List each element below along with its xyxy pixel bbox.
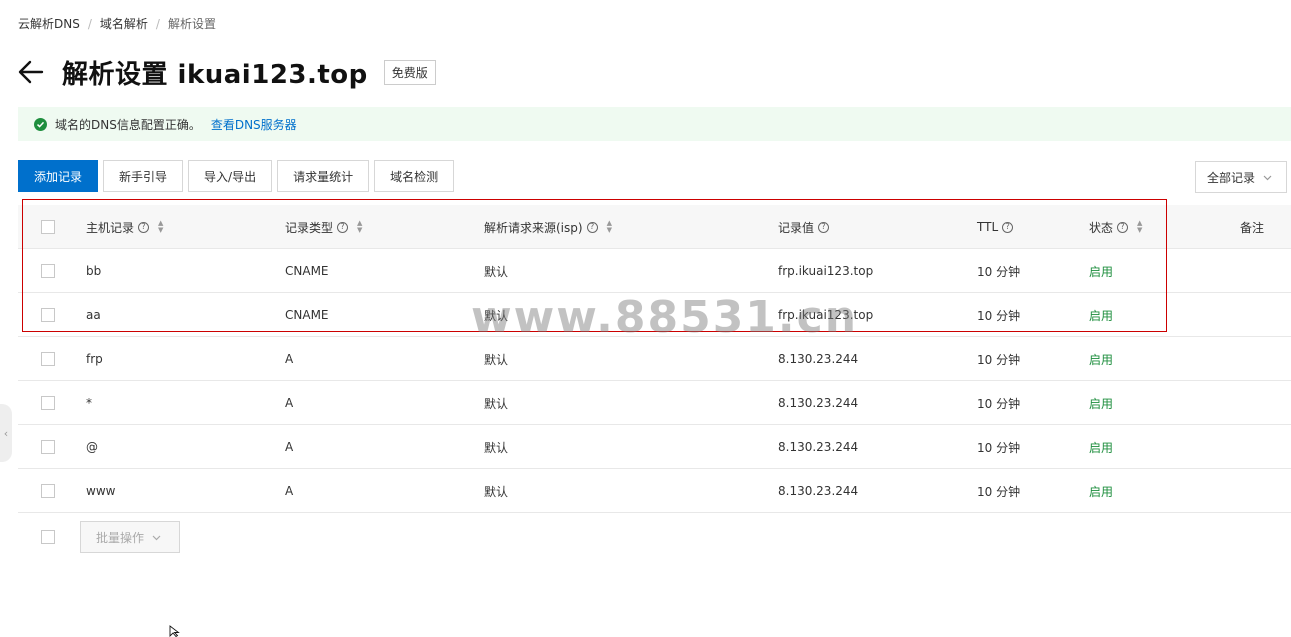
cell-type: A xyxy=(285,352,294,366)
cell-host: frp xyxy=(86,352,103,366)
select-all-checkbox[interactable] xyxy=(41,220,55,234)
cell-type: A xyxy=(285,440,294,454)
cell-host: * xyxy=(86,396,92,410)
table-row: frp A 默认 8.130.23.244 10 分钟 启用 xyxy=(18,337,1291,381)
sidebar-expand-handle[interactable]: ‹ xyxy=(0,404,12,462)
bulk-actions-button[interactable]: 批量操作 xyxy=(80,521,180,553)
row-checkbox[interactable] xyxy=(41,396,55,410)
cell-type: CNAME xyxy=(285,264,329,278)
record-filter-select[interactable]: 全部记录 xyxy=(1195,161,1287,193)
table-row: www A 默认 8.130.23.244 10 分钟 启用 xyxy=(18,469,1291,513)
cell-host: www xyxy=(86,484,116,498)
help-icon[interactable]: ? xyxy=(337,221,349,233)
cell-value: 8.130.23.244 xyxy=(778,352,859,366)
cell-isp: 默认 xyxy=(484,484,509,499)
breadcrumb-separator: / xyxy=(87,16,92,31)
row-checkbox[interactable] xyxy=(41,352,55,366)
help-icon[interactable]: ? xyxy=(1002,221,1014,233)
mouse-cursor-icon xyxy=(169,625,181,637)
cell-ttl: 10 分钟 xyxy=(977,264,1021,279)
row-checkbox[interactable] xyxy=(41,264,55,278)
header-host: 主机记录 ? ▲ ▼ xyxy=(86,219,164,235)
cell-ttl: 10 分钟 xyxy=(977,352,1021,367)
cell-type: A xyxy=(285,484,294,498)
cell-status[interactable]: 启用 xyxy=(1089,469,1113,513)
cell-isp: 默认 xyxy=(484,308,509,323)
breadcrumb-cloud-dns[interactable]: 云解析DNS xyxy=(18,15,80,32)
table-row: @ A 默认 8.130.23.244 10 分钟 启用 xyxy=(18,425,1291,469)
help-icon[interactable]: ? xyxy=(818,221,830,233)
title-row: 解析设置 ikuai123.top 免费版 xyxy=(18,52,436,92)
record-filter-value: 全部记录 xyxy=(1207,170,1256,185)
chevron-down-icon xyxy=(152,530,161,544)
cell-status[interactable]: 启用 xyxy=(1089,293,1113,337)
sort-icon[interactable]: ▲ ▼ xyxy=(1137,220,1142,234)
cell-isp: 默认 xyxy=(484,396,509,411)
chevron-left-icon: ‹ xyxy=(3,426,9,440)
view-dns-servers-link[interactable]: 查看DNS服务器 xyxy=(211,116,297,133)
cell-type: CNAME xyxy=(285,308,329,322)
cell-type: A xyxy=(285,396,294,410)
sort-icon[interactable]: ▲ ▼ xyxy=(357,220,362,234)
header-type: 记录类型 ? ▲ ▼ xyxy=(285,219,363,235)
cell-value: 8.130.23.244 xyxy=(778,440,859,454)
add-record-button[interactable]: 添加记录 xyxy=(18,160,99,192)
help-icon[interactable]: ? xyxy=(138,221,150,233)
toolbar: 添加记录 新手引导 导入/导出 请求量统计 域名检测 xyxy=(18,160,459,192)
header-value: 记录值 ? xyxy=(778,205,830,249)
beginner-guide-button[interactable]: 新手引导 xyxy=(103,160,184,192)
cell-isp: 默认 xyxy=(484,264,509,279)
cell-value: 8.130.23.244 xyxy=(778,396,859,410)
cell-status[interactable]: 启用 xyxy=(1089,249,1113,293)
cell-isp: 默认 xyxy=(484,440,509,455)
bulk-actions-row: 批量操作 xyxy=(18,521,180,553)
table-row: aa CNAME 默认 frp.ikuai123.top 10 分钟 启用 xyxy=(18,293,1291,337)
cell-host: @ xyxy=(86,440,98,454)
cell-host: bb xyxy=(86,264,102,278)
header-note: 备注 xyxy=(1240,220,1265,235)
cell-value: frp.ikuai123.top xyxy=(778,264,874,278)
row-checkbox[interactable] xyxy=(41,484,55,498)
cell-status[interactable]: 启用 xyxy=(1089,425,1113,469)
breadcrumb-domain-resolution[interactable]: 域名解析 xyxy=(100,15,148,32)
table-row: bb CNAME 默认 frp.ikuai123.top 10 分钟 启用 xyxy=(18,249,1291,293)
header-ttl: TTL ? xyxy=(977,205,1014,249)
plan-badge: 免费版 xyxy=(383,59,436,85)
cell-ttl: 10 分钟 xyxy=(977,308,1021,323)
cell-ttl: 10 分钟 xyxy=(977,484,1021,499)
help-icon[interactable]: ? xyxy=(1117,221,1129,233)
header-status: 状态 ? ▲ ▼ xyxy=(1089,219,1143,235)
help-icon[interactable]: ? xyxy=(586,221,598,233)
sort-icon[interactable]: ▲ ▼ xyxy=(158,220,163,234)
breadcrumb: 云解析DNS / 域名解析 / 解析设置 xyxy=(18,15,216,32)
check-circle-icon xyxy=(34,117,47,131)
bulk-select-checkbox[interactable] xyxy=(41,530,55,544)
header-isp: 解析请求来源(isp) ? ▲ ▼ xyxy=(484,219,612,235)
row-checkbox[interactable] xyxy=(41,308,55,322)
sort-icon[interactable]: ▲ ▼ xyxy=(607,220,612,234)
cell-value: frp.ikuai123.top xyxy=(778,308,874,322)
row-checkbox[interactable] xyxy=(41,440,55,454)
request-stats-button[interactable]: 请求量统计 xyxy=(277,160,370,192)
cell-status[interactable]: 启用 xyxy=(1089,381,1113,425)
cell-status[interactable]: 启用 xyxy=(1089,337,1113,381)
back-arrow-icon[interactable] xyxy=(18,58,46,86)
records-table: 主机记录 ? ▲ ▼ 记录类型 ? ▲ ▼ 解析请求来源(isp) ? ▲ ▼ 记录值… xyxy=(18,205,1291,513)
bulk-actions-label: 批量操作 xyxy=(96,530,145,545)
table-header-row: 主机记录 ? ▲ ▼ 记录类型 ? ▲ ▼ 解析请求来源(isp) ? ▲ ▼ 记录值… xyxy=(18,205,1291,249)
dns-status-alert: 域名的DNS信息配置正确。 查看DNS服务器 xyxy=(18,107,1291,141)
cell-isp: 默认 xyxy=(484,352,509,367)
import-export-button[interactable]: 导入/导出 xyxy=(188,160,273,192)
alert-message: 域名的DNS信息配置正确。 xyxy=(55,117,201,132)
cell-ttl: 10 分钟 xyxy=(977,396,1021,411)
domain-check-button[interactable]: 域名检测 xyxy=(374,160,455,192)
chevron-down-icon xyxy=(1263,170,1272,184)
cell-ttl: 10 分钟 xyxy=(977,440,1021,455)
table-row: * A 默认 8.130.23.244 10 分钟 启用 xyxy=(18,381,1291,425)
cell-host: aa xyxy=(86,308,101,322)
breadcrumb-resolution-settings: 解析设置 xyxy=(167,17,216,31)
cell-value: 8.130.23.244 xyxy=(778,484,859,498)
breadcrumb-separator: / xyxy=(155,16,160,31)
page-title: 解析设置 ikuai123.top xyxy=(62,59,368,90)
